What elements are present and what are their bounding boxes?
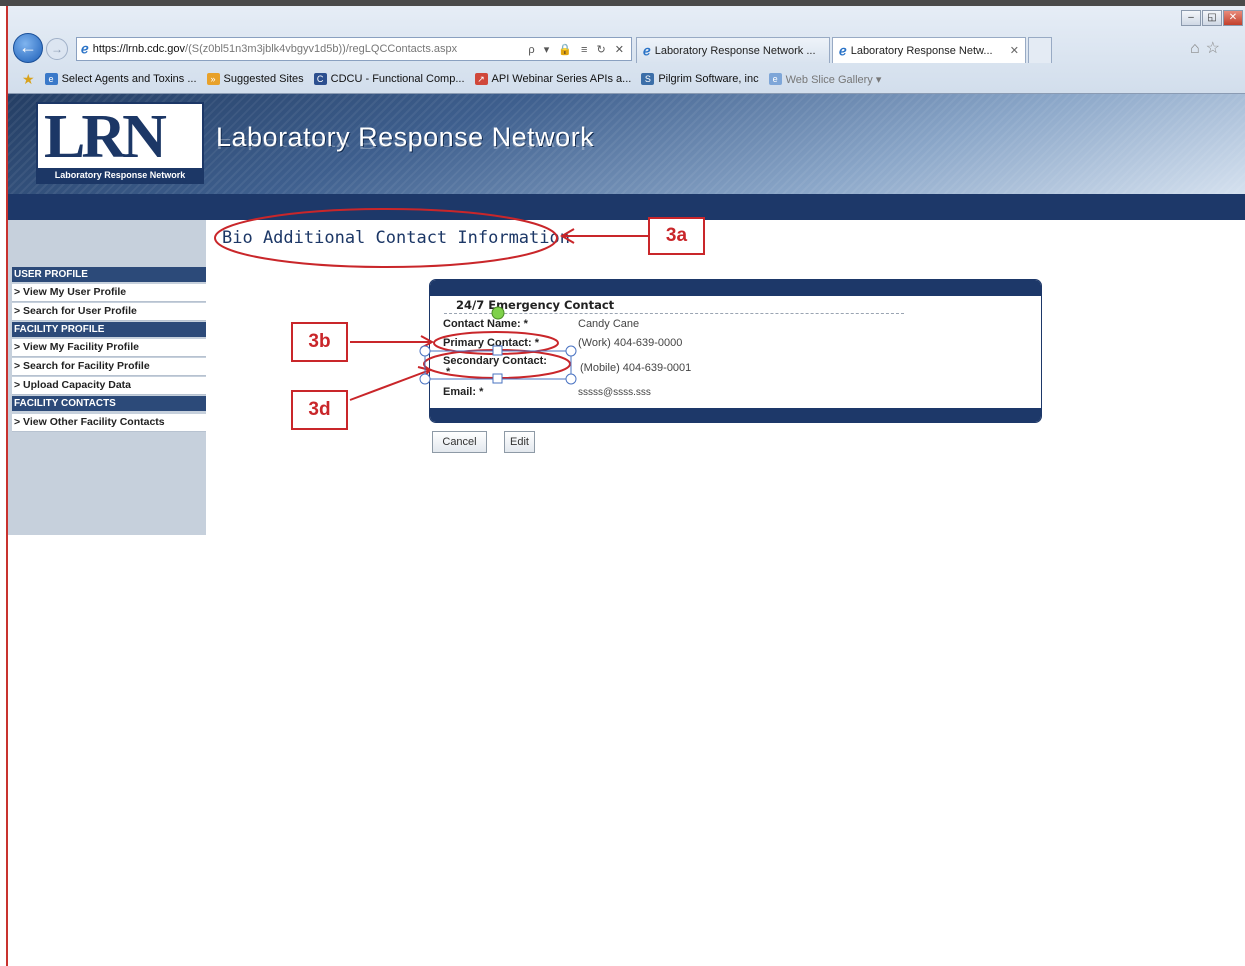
favorites-bar: ★ e Select Agents and Toxins ... » Suggest…: [8, 66, 1245, 92]
address-controls[interactable]: ρ ▾ 🔒 ≡ ↻ ✕: [528, 43, 627, 56]
sidebar-header-facility-contacts: FACILITY CONTACTS: [12, 396, 206, 411]
callout-3b: 3b: [291, 322, 348, 362]
primary-contact-value: (Work) 404-639-0000: [578, 337, 683, 349]
minimize-button[interactable]: –: [1181, 10, 1201, 26]
favorite-item[interactable]: C CDCU - Functional Comp...: [313, 73, 465, 85]
back-button[interactable]: ←: [13, 33, 43, 63]
browser-tab-1[interactable]: ℯ Laboratory Response Network ...: [636, 37, 830, 63]
url-path: /(S(z0bl51n3m3jblk4vbgyv1d5b))/regLQCCon…: [185, 43, 458, 55]
favorites-star-icon[interactable]: ★: [22, 71, 35, 88]
forward-arrow-icon: →: [51, 42, 63, 56]
browser-tab-2[interactable]: ℯ Laboratory Response Netw... ✕: [832, 37, 1026, 63]
restore-button[interactable]: ◱: [1202, 10, 1222, 26]
ie-tab-icon: ℯ: [839, 42, 847, 58]
home-favorites-icons[interactable]: ⌂☆: [1190, 38, 1226, 58]
annotation-arrow-3d: [349, 369, 431, 401]
callout-3d: 3d: [291, 390, 348, 430]
close-tab-icon[interactable]: ✕: [1010, 44, 1019, 57]
ie-page-icon: ℯ: [81, 41, 89, 56]
secondary-contact-required-mark: *: [446, 366, 451, 378]
favorite-item[interactable]: e Select Agents and Toxins ...: [44, 73, 197, 85]
sidebar-item-view-other-facility-contacts[interactable]: > View Other Facility Contacts: [12, 414, 206, 432]
card-header-bar: [430, 280, 1041, 296]
favorite-item[interactable]: e Web Slice Gallery ▾: [768, 73, 881, 86]
sidebar-header-facility-profile: FACILITY PROFILE: [12, 322, 206, 337]
secondary-contact-label: Secondary Contact:: [443, 355, 547, 367]
sidebar-item-view-user-profile[interactable]: > View My User Profile: [12, 284, 206, 302]
favorite-item[interactable]: ↗ API Webinar Series APIs a...: [474, 73, 631, 85]
tab-label: Laboratory Response Netw...: [850, 44, 993, 57]
favicon-icon: ↗: [474, 73, 488, 85]
back-arrow-icon: ←: [19, 37, 37, 57]
sidebar-item-search-facility-profile[interactable]: > Search for Facility Profile: [12, 358, 206, 376]
page-title: Bio Additional Contact Information: [222, 228, 570, 248]
emergency-contact-card: 24/7 Emergency Contact: [429, 279, 1042, 423]
favorite-item[interactable]: S Pilgrim Software, inc: [641, 73, 759, 85]
ie-tab-icon: ℯ: [643, 42, 651, 58]
close-window-button[interactable]: ✕: [1223, 10, 1243, 26]
forward-button[interactable]: →: [46, 38, 68, 60]
lrn-logo[interactable]: LRN Laboratory Response Network: [36, 102, 204, 184]
favicon-icon: S: [641, 73, 655, 85]
card-subtitle: 24/7 Emergency Contact: [444, 296, 904, 314]
logo-subtitle: Laboratory Response Network: [38, 168, 202, 182]
sidebar-header-user-profile: USER PROFILE: [12, 267, 206, 282]
window-controls: – ◱ ✕: [1181, 10, 1243, 26]
tab-label: Laboratory Response Network ...: [654, 44, 816, 57]
contact-name-value: Candy Cane: [578, 318, 640, 330]
primary-contact-label: Primary Contact: *: [443, 337, 539, 349]
favorite-item[interactable]: » Suggested Sites: [206, 73, 304, 85]
sidebar-item-search-user-profile[interactable]: > Search for User Profile: [12, 303, 206, 321]
email-value: sssss@ssss.sss: [578, 387, 651, 398]
logo-text: LRN: [44, 103, 167, 171]
sidebar-item-view-facility-profile[interactable]: > View My Facility Profile: [12, 339, 206, 357]
favicon-icon: »: [206, 73, 220, 85]
site-title-reflection: Laboratory Response Network: [216, 135, 595, 153]
card-footer-bar: [430, 408, 1041, 422]
callout-3a: 3a: [648, 217, 705, 255]
edit-button[interactable]: Edit: [504, 431, 535, 453]
nav-band: [8, 194, 1245, 220]
favicon-icon: e: [44, 73, 58, 85]
address-bar[interactable]: ℯ https://lrnb.cdc.gov /(S(z0bl51n3m3jbl…: [76, 37, 632, 61]
sidebar-item-upload-capacity-data[interactable]: > Upload Capacity Data: [12, 377, 206, 395]
email-label: Email: *: [443, 386, 484, 398]
favicon-icon: e: [768, 73, 782, 85]
new-tab-button[interactable]: [1028, 37, 1052, 63]
cancel-button[interactable]: Cancel: [432, 431, 487, 453]
url-domain: https://lrnb.cdc.gov: [92, 43, 186, 55]
secondary-contact-value: (Mobile) 404-639-0001: [580, 362, 692, 374]
contact-name-label: Contact Name: *: [443, 318, 528, 330]
favicon-icon: C: [313, 73, 327, 85]
